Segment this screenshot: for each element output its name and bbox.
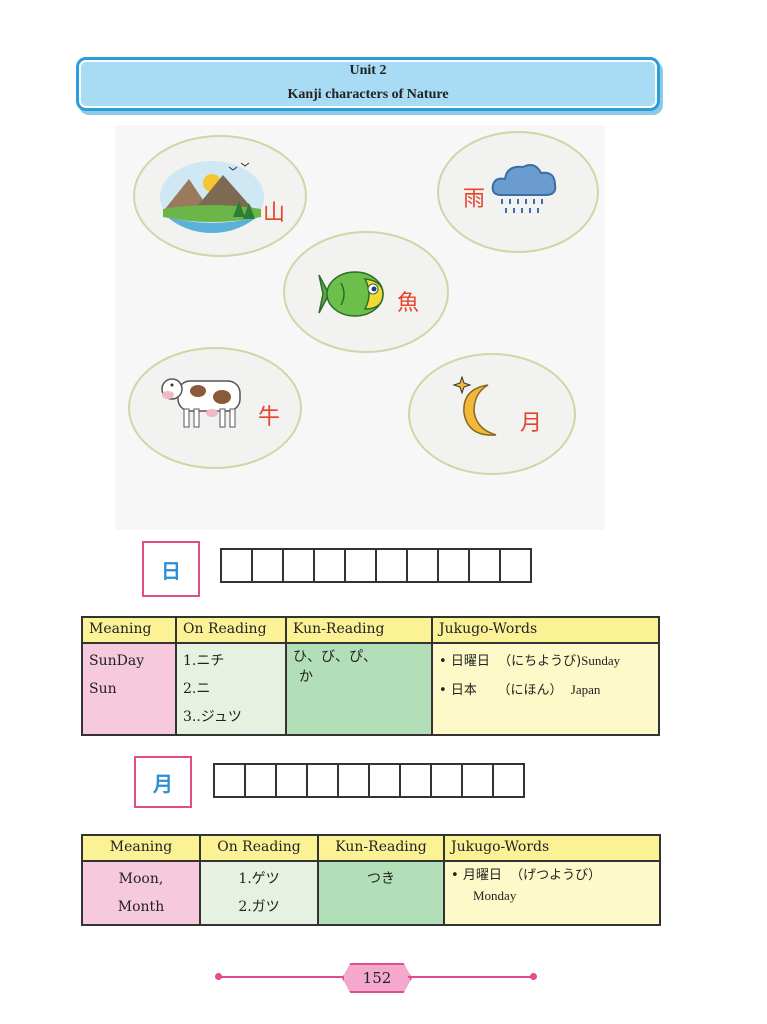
meaning-cell: Moon, Month [81, 860, 201, 926]
kanji-sun: 日 [161, 558, 181, 583]
jukugo-meaning: Monday [473, 888, 517, 903]
practice-box[interactable] [222, 550, 253, 581]
moon-kanji: 月 [520, 411, 543, 436]
kun-reading-item: か [299, 669, 313, 685]
nature-illustration: 山 雨 魚 牛 月 [115, 125, 605, 530]
practice-box[interactable] [377, 550, 408, 581]
crescent-moon-icon [452, 375, 497, 436]
jukugo-word: 日曜日 [450, 654, 490, 669]
kun-reading-item: ひ、び、ぴ、 [293, 649, 377, 665]
jukugo-item: • 月曜日 （げつようび） [451, 868, 602, 883]
jukugo-meaning: Sunday [581, 653, 621, 668]
practice-box[interactable] [215, 765, 246, 796]
practice-box[interactable] [315, 550, 346, 581]
header-jukugo-words: Jukugo-Words [443, 834, 661, 862]
meaning-item: SunDay [89, 653, 145, 669]
jukugo-word: 月曜日 [462, 868, 502, 883]
kanji-table-sun: Meaning On Reading Kun-Reading Jukugo-Wo… [81, 616, 660, 736]
kun-reading-cell: ひ、び、ぴ、 か [285, 642, 433, 736]
jukugo-cell: • 月曜日 （げつようび） Monday [443, 860, 661, 926]
fish-oval: 魚 [283, 231, 449, 353]
kanji-table-moon: Meaning On Reading Kun-Reading Jukugo-Wo… [81, 834, 661, 926]
on-reading-item: 2.ニ [183, 681, 211, 697]
practice-box[interactable] [277, 765, 308, 796]
on-reading-item: 1.ゲツ [238, 871, 280, 887]
cow-icon [161, 378, 241, 428]
rain-kanji: 雨 [463, 187, 486, 212]
cow-kanji: 牛 [258, 405, 281, 430]
kanji-moon: 月 [153, 771, 173, 796]
kanji-box-sun: 日 [142, 541, 200, 597]
cow-oval: 牛 [128, 347, 302, 469]
footer-line-left [220, 976, 344, 978]
unit-label: Unit 2 [349, 63, 387, 78]
rain-oval: 雨 [437, 131, 599, 253]
jukugo-item: • 日本 （にほん） Japan [439, 682, 601, 698]
footer-dot-right [530, 973, 537, 980]
practice-box[interactable] [339, 765, 370, 796]
practice-box[interactable] [284, 550, 315, 581]
mountain-landscape-icon [160, 161, 264, 233]
header-meaning: Meaning [81, 834, 201, 862]
unit-title: Kanji characters of Nature [287, 87, 449, 102]
meaning-cell: SunDay Sun [81, 642, 177, 736]
header-meaning: Meaning [81, 616, 177, 644]
moon-oval: 月 [408, 353, 576, 475]
header-kun-reading: Kun-Reading [317, 834, 445, 862]
practice-box[interactable] [253, 550, 284, 581]
jukugo-meaning: Japan [570, 682, 601, 697]
jukugo-reading: （げつようび） [510, 868, 602, 883]
jukugo-item: • 日曜日 （にちようび)Sunday [439, 653, 621, 669]
on-reading-item: 3..ジュツ [183, 709, 242, 725]
jukugo-word: 日本 [450, 683, 477, 698]
practice-box[interactable] [408, 550, 439, 581]
practice-box[interactable] [308, 765, 339, 796]
practice-box[interactable] [346, 550, 377, 581]
header-on-reading: On Reading [175, 616, 287, 644]
on-reading-item: 2.ガツ [238, 899, 280, 915]
practice-box[interactable] [370, 765, 401, 796]
rain-cloud-icon [491, 164, 557, 213]
practice-box[interactable] [432, 765, 463, 796]
fish-icon [318, 271, 384, 317]
writing-practice-grid-sun[interactable] [220, 548, 532, 583]
header-kun-reading: Kun-Reading [285, 616, 433, 644]
practice-box[interactable] [439, 550, 470, 581]
jukugo-reading: （にちようび) [498, 654, 582, 669]
writing-practice-grid-moon[interactable] [213, 763, 525, 798]
page-number: 152 [342, 963, 412, 993]
practice-box[interactable] [494, 765, 523, 796]
unit-title-banner: Unit 2 Kanji characters of Nature [76, 57, 660, 111]
practice-box[interactable] [401, 765, 432, 796]
practice-box[interactable] [463, 765, 494, 796]
on-reading-cell: 1.ゲツ 2.ガツ [199, 860, 319, 926]
header-on-reading: On Reading [199, 834, 319, 862]
practice-box[interactable] [501, 550, 530, 581]
practice-box[interactable] [470, 550, 501, 581]
kun-reading-cell: つき [317, 860, 445, 926]
kanji-box-moon: 月 [134, 756, 192, 808]
meaning-item: Sun [89, 681, 117, 697]
jukugo-cell: • 日曜日 （にちようび)Sunday • 日本 （にほん） Japan [431, 642, 660, 736]
footer-line-right [408, 976, 532, 978]
practice-box[interactable] [246, 765, 277, 796]
fish-kanji: 魚 [397, 291, 420, 316]
meaning-item: Moon, [118, 871, 164, 887]
meaning-item: Month [117, 899, 165, 915]
on-reading-item: 1.ニチ [183, 653, 225, 669]
jukugo-reading: （にほん） [497, 683, 563, 698]
on-reading-cell: 1.ニチ 2.ニ 3..ジュツ [175, 642, 287, 736]
kun-reading-item: つき [367, 871, 395, 887]
mountain-kanji: 山 [263, 201, 286, 226]
mountain-oval: 山 [133, 135, 307, 257]
header-jukugo-words: Jukugo-Words [431, 616, 660, 644]
